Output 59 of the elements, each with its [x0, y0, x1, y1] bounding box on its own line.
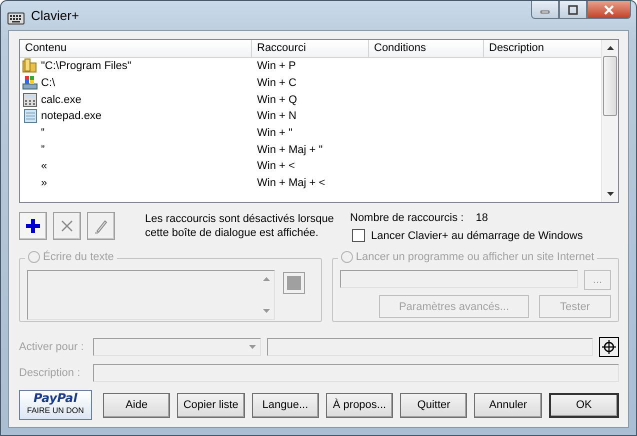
dialog-button[interactable]: OK [548, 392, 620, 418]
add-button[interactable] [19, 212, 47, 240]
donate-button[interactable]: PayPal FAIRE UN DON [19, 390, 92, 420]
input-field[interactable] [267, 338, 593, 356]
drive-icon [22, 75, 38, 92]
table-cell: "C:\Program Files" [41, 60, 132, 72]
dialog-button[interactable]: Quitter [400, 392, 468, 418]
table-cell-text: Win + Maj + < [256, 177, 326, 190]
table-cell: « [41, 160, 48, 172]
column-header[interactable]: Conditions [369, 40, 484, 57]
table-cell: ” [41, 144, 45, 156]
input-field[interactable] [93, 364, 619, 382]
dropdown-arrow-icon [248, 345, 256, 349]
minimize-button[interactable] [531, 1, 559, 19]
folder-icon [22, 58, 38, 74]
dialog-button[interactable]: Copier liste [177, 392, 245, 418]
table-cell-text: Win + Maj + " [256, 144, 324, 156]
input-field[interactable] [340, 270, 578, 288]
up-arrow-icon [606, 46, 614, 50]
dialog-button[interactable]: Aide [102, 392, 170, 418]
table-cell: » [41, 177, 48, 190]
table-cell-text: Win + Q [256, 94, 298, 106]
window-title: Clavier+ [31, 8, 80, 23]
count-value: 18 [476, 212, 488, 226]
table-cell: calc.exe [41, 94, 82, 106]
info-text: Les raccourcis sont désactivés lorsque cette boîte de dialogue est affichée. [145, 212, 335, 241]
field-label: Description : [19, 367, 82, 379]
vertical-scrollbar[interactable] [601, 40, 618, 202]
table-cell-text: Win + N [256, 110, 298, 122]
dialog-button[interactable]: À propos... [326, 392, 394, 418]
down-arrow-icon [262, 309, 270, 313]
dialog-button[interactable]: Langue... [252, 392, 319, 418]
column-header[interactable]: Contenu [20, 40, 252, 57]
text-area[interactable] [27, 270, 275, 320]
table-cell-text: Win + C [256, 77, 298, 90]
notepad-icon [22, 108, 38, 124]
up-arrow-icon [262, 277, 270, 281]
table-cell: C:\ [41, 77, 56, 90]
table-cell-text: Win + < [256, 160, 296, 172]
table-cell-text: Win + " [256, 127, 294, 140]
table-cell: ‟ [41, 127, 45, 140]
checkbox-label[interactable]: Lancer Clavier+ au démarrage de Windows [371, 230, 583, 242]
crosshair-icon [601, 339, 617, 355]
close-button[interactable] [587, 1, 631, 19]
down-arrow-icon [606, 192, 614, 196]
count-label: Nombre de raccourcis : [350, 212, 464, 226]
close-icon [603, 4, 615, 14]
maximize-button[interactable] [559, 1, 587, 19]
calculator-icon [22, 92, 38, 108]
dialog-button[interactable]: Annuler [474, 392, 542, 418]
column-header[interactable]: Raccourci [252, 40, 369, 57]
field-label: Activer pour : [19, 341, 85, 353]
crosshair-button[interactable] [599, 337, 619, 357]
table-cell: notepad.exe [41, 110, 102, 122]
dropdown[interactable] [93, 338, 261, 356]
maximize-icon [567, 4, 579, 14]
checkbox[interactable] [352, 229, 365, 242]
table-cell-text: Win + P [256, 60, 297, 72]
square-button[interactable] [283, 272, 305, 294]
